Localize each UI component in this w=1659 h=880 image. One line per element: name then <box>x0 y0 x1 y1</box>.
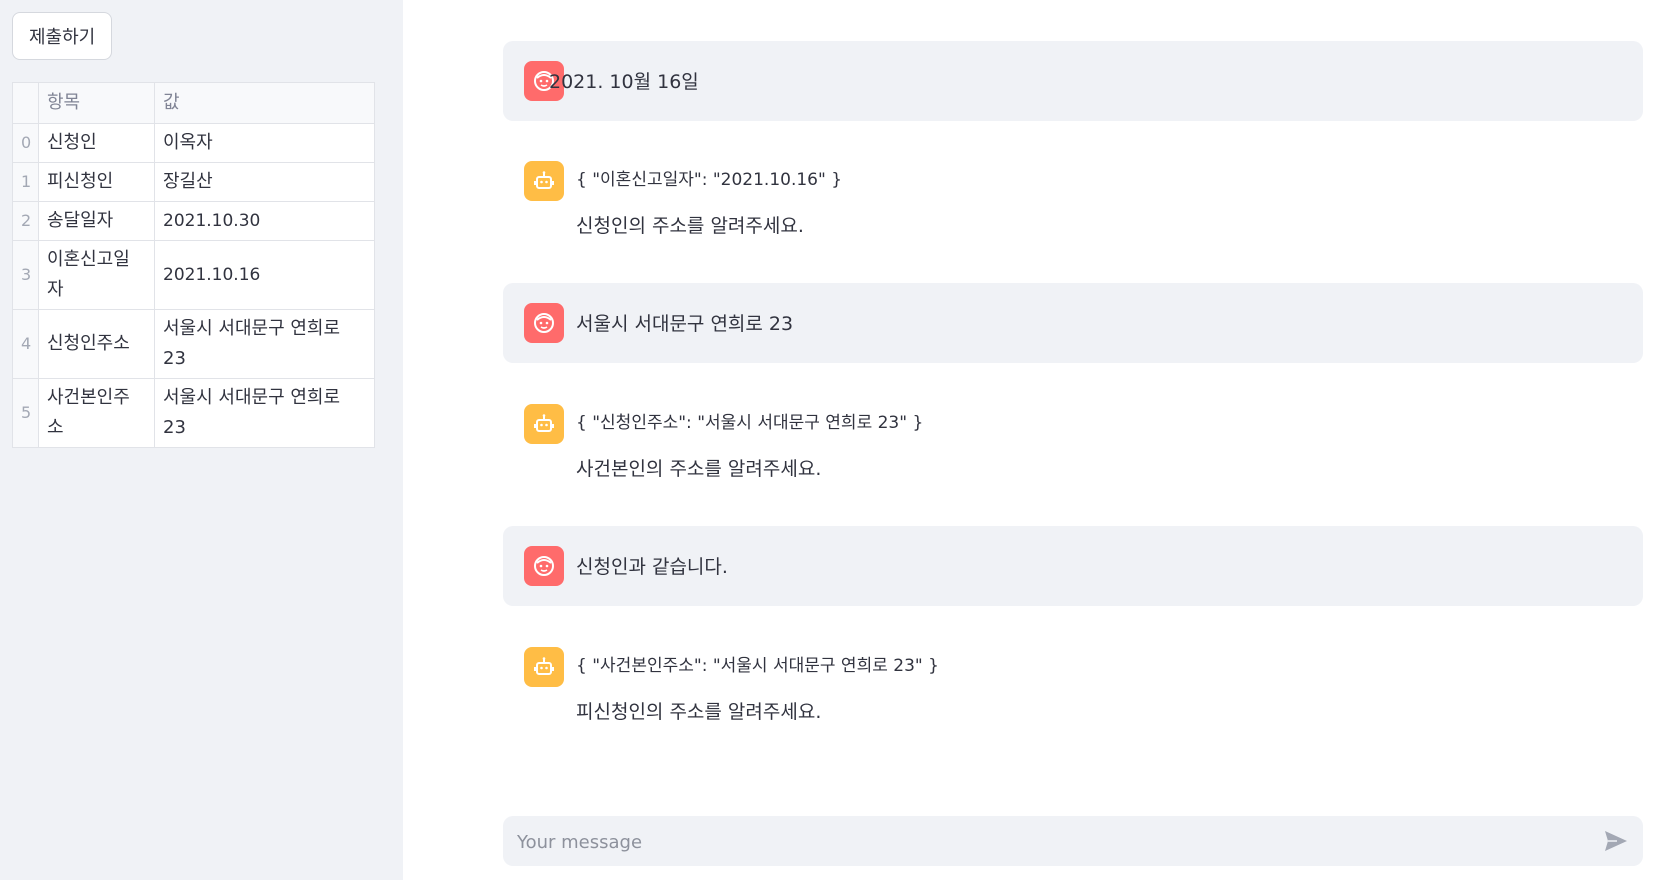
row-index: 5 <box>12 378 39 448</box>
message-text: 신청인의 주소를 알려주세요. <box>576 215 804 237</box>
message-json: { "사건본인주소": "서울시 서대문구 연희로 23" } <box>576 656 939 676</box>
message-text: 2021. 10월 16일 <box>549 71 699 93</box>
chat-input-box <box>503 816 1643 868</box>
table-row: 2 송달일자 2021.10.30 <box>12 201 375 241</box>
cell-value[interactable]: 서울시 서대문구 연희로 23 <box>154 378 375 448</box>
message-text: 서울시 서대문구 연희로 23 <box>576 313 794 335</box>
face-icon <box>524 546 564 586</box>
robot-icon <box>524 404 564 444</box>
user-message: 신청인과 같습니다. <box>503 526 1643 606</box>
cell-value[interactable]: 서울시 서대문구 연희로 23 <box>154 309 375 379</box>
table-row: 4 신청인주소 서울시 서대문구 연희로 23 <box>12 309 375 379</box>
data-table[interactable]: 항목 값 0 신청인 이옥자 1 피신청인 장길산 2 송달일자 2021.10… <box>12 82 375 448</box>
cell-item[interactable]: 이혼신고일자 <box>38 240 155 310</box>
cell-item[interactable]: 사건본인주소 <box>38 378 155 448</box>
chat-input[interactable] <box>515 816 1579 868</box>
assistant-message: { "신청인주소": "서울시 서대문구 연희로 23" } 사건본인의 주소를… <box>503 384 1643 494</box>
column-header-value[interactable]: 값 <box>154 82 375 124</box>
robot-icon <box>524 647 564 687</box>
row-index: 4 <box>12 309 39 379</box>
table-row: 3 이혼신고일자 2021.10.16 <box>12 240 375 310</box>
assistant-message: { "사건본인주소": "서울시 서대문구 연희로 23" } 피신청인의 주소… <box>503 627 1643 737</box>
user-message: 서울시 서대문구 연희로 23 <box>503 283 1643 363</box>
user-message: 2021. 10월 16일 <box>503 41 1643 121</box>
cell-value[interactable]: 장길산 <box>154 162 375 202</box>
index-header <box>12 82 39 124</box>
cell-item[interactable]: 송달일자 <box>38 201 155 241</box>
cell-item[interactable]: 피신청인 <box>38 162 155 202</box>
row-index: 1 <box>12 162 39 202</box>
face-icon <box>524 303 564 343</box>
submit-button[interactable]: 제출하기 <box>12 12 113 60</box>
table-row: 0 신청인 이옥자 <box>12 123 375 163</box>
column-header-item[interactable]: 항목 <box>38 82 155 124</box>
message-json: { "이혼신고일자": "2021.10.16" } <box>576 170 843 190</box>
row-index: 3 <box>12 240 39 310</box>
assistant-message: { "이혼신고일자": "2021.10.16" } 신청인의 주소를 알려주세… <box>503 141 1643 251</box>
send-arrow-icon[interactable] <box>1603 829 1629 853</box>
sidebar: 제출하기 항목 값 0 신청인 이옥자 1 피신청인 장길산 2 송달일자 20… <box>0 0 403 880</box>
message-text: 사건본인의 주소를 알려주세요. <box>576 458 822 480</box>
table-header-row: 항목 값 <box>12 82 375 124</box>
message-json: { "신청인주소": "서울시 서대문구 연희로 23" } <box>576 413 924 433</box>
row-index: 2 <box>12 201 39 241</box>
message-text: 신청인과 같습니다. <box>576 556 728 578</box>
table-row: 5 사건본인주소 서울시 서대문구 연희로 23 <box>12 378 375 448</box>
cell-value[interactable]: 2021.10.16 <box>154 240 375 310</box>
table-row: 1 피신청인 장길산 <box>12 162 375 202</box>
cell-value[interactable]: 2021.10.30 <box>154 201 375 241</box>
message-text: 피신청인의 주소를 알려주세요. <box>576 701 822 723</box>
cell-item[interactable]: 신청인주소 <box>38 309 155 379</box>
robot-icon <box>524 161 564 201</box>
cell-item[interactable]: 신청인 <box>38 123 155 163</box>
cell-value[interactable]: 이옥자 <box>154 123 375 163</box>
row-index: 0 <box>12 123 39 163</box>
